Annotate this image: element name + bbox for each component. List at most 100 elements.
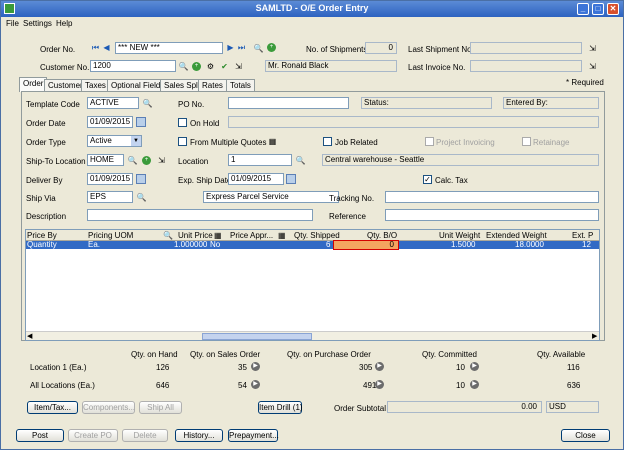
- exp-ship-calendar-icon[interactable]: [286, 174, 296, 184]
- menu-settings[interactable]: Settings: [23, 19, 52, 28]
- job-related-checkbox[interactable]: [323, 137, 332, 146]
- tracking-no-input[interactable]: [385, 191, 599, 203]
- customer-no-input[interactable]: 1200: [90, 60, 176, 72]
- customer-settings-icon[interactable]: ⚙: [205, 61, 216, 72]
- all-committed: 10: [456, 381, 465, 390]
- order-no-input[interactable]: *** NEW ***: [115, 42, 223, 54]
- scroll-thumb[interactable]: [202, 333, 312, 340]
- drilldown-invoice-icon[interactable]: ⇲: [587, 61, 598, 72]
- reference-input[interactable]: [385, 209, 599, 221]
- customer-search-icon[interactable]: 🔍: [178, 61, 189, 72]
- drilldown-arrow-icon[interactable]: ▶: [251, 362, 260, 371]
- cell-ext-price[interactable]: 12: [582, 241, 591, 249]
- history-button[interactable]: History...: [175, 429, 223, 442]
- order-lines-grid[interactable]: Price By Pricing UOM 🔍 Unit Price ▦ Pric…: [25, 229, 600, 341]
- on-hold-label: On Hold: [190, 119, 220, 128]
- cell-price-by[interactable]: Quantity: [27, 241, 57, 249]
- template-code-label: Template Code: [26, 100, 80, 109]
- from-multiple-quotes-label: From Multiple Quotes: [190, 138, 267, 147]
- minimize-button[interactable]: _: [577, 3, 589, 15]
- ship-via-description[interactable]: Express Parcel Service: [203, 191, 339, 203]
- col-qty-shipped[interactable]: Qty. Shipped: [294, 231, 340, 240]
- cell-price-approval[interactable]: No: [210, 241, 220, 249]
- location-input[interactable]: 1: [228, 154, 292, 166]
- prepayment-button[interactable]: Prepayment...: [228, 429, 279, 442]
- horizontal-scrollbar[interactable]: ◀ ▶: [26, 331, 599, 340]
- deliver-by-input[interactable]: 01/09/2015: [87, 173, 133, 185]
- col-qty-bo[interactable]: Qty. B/O: [367, 231, 397, 240]
- tab-rates[interactable]: Rates: [198, 79, 227, 91]
- ship-via-search-icon[interactable]: 🔍: [136, 192, 147, 203]
- drilldown-arrow-icon[interactable]: ▶: [251, 380, 260, 389]
- ship-via-input[interactable]: EPS: [87, 191, 133, 203]
- first-record-icon[interactable]: ⏮: [91, 43, 100, 53]
- location-description: Central warehouse - Seattle: [322, 154, 599, 166]
- ship-to-search-icon[interactable]: 🔍: [127, 155, 138, 166]
- col-unit-weight[interactable]: Unit Weight: [439, 231, 480, 240]
- menu-help[interactable]: Help: [56, 19, 72, 28]
- delete-button: Delete: [122, 429, 168, 442]
- item-tax-button[interactable]: Item/Tax...: [27, 401, 78, 414]
- close-button[interactable]: Close: [561, 429, 610, 442]
- calc-tax-checkbox[interactable]: ✓: [423, 175, 432, 184]
- drilldown-arrow-icon[interactable]: ▶: [375, 380, 384, 389]
- col-price-by[interactable]: Price By: [27, 231, 57, 240]
- drilldown-arrow-icon[interactable]: ▶: [375, 362, 384, 371]
- ship-to-new-icon[interactable]: +: [142, 156, 151, 165]
- post-button[interactable]: Post: [16, 429, 64, 442]
- drilldown-arrow-icon[interactable]: ▶: [470, 362, 479, 371]
- grid-zoom-icon[interactable]: ▦: [214, 231, 222, 240]
- cell-unit-price[interactable]: 1.000000: [174, 241, 207, 249]
- drilldown-arrow-icon[interactable]: ▶: [470, 380, 479, 389]
- table-row[interactable]: Quantity Ea. 1.000000 No 6 0 1.5000 18.0…: [26, 240, 599, 250]
- item-drill-button[interactable]: Item Drill (1): [258, 401, 303, 414]
- tab-totals[interactable]: Totals: [226, 79, 255, 91]
- description-input[interactable]: [87, 209, 313, 221]
- scroll-left-icon[interactable]: ◀: [27, 332, 32, 340]
- location-search-icon[interactable]: 🔍: [295, 155, 306, 166]
- finder-search-icon[interactable]: 🔍: [163, 231, 173, 240]
- cell-qty-bo[interactable]: 0: [333, 240, 399, 250]
- ship-to-drilldown-icon[interactable]: ⇲: [156, 155, 167, 166]
- grid-zoom-icon[interactable]: ▦: [278, 231, 286, 240]
- maximize-button[interactable]: □: [592, 3, 604, 15]
- scroll-right-icon[interactable]: ▶: [592, 332, 597, 340]
- finder-search-icon[interactable]: 🔍: [253, 43, 264, 54]
- customer-new-icon[interactable]: +: [192, 62, 201, 71]
- cell-qty-shipped[interactable]: 6: [326, 241, 330, 249]
- drilldown-shipment-icon[interactable]: ⇲: [587, 43, 598, 54]
- template-search-icon[interactable]: 🔍: [142, 98, 153, 109]
- next-record-icon[interactable]: ▶: [226, 43, 235, 53]
- qty-committed-label: Qty. Committed: [422, 350, 477, 359]
- customer-drilldown-icon[interactable]: ⇲: [233, 61, 244, 72]
- order-date-input[interactable]: 01/09/2015: [87, 116, 133, 128]
- template-code-input[interactable]: ACTIVE: [87, 97, 139, 109]
- col-extended-weight[interactable]: Extended Weight: [486, 231, 547, 240]
- deliver-by-calendar-icon[interactable]: [136, 174, 146, 184]
- col-ext-price[interactable]: Ext. P: [572, 231, 593, 240]
- menu-file[interactable]: File: [6, 19, 19, 28]
- col-price-approval[interactable]: Price Appr...: [230, 231, 273, 240]
- po-no-input[interactable]: [228, 97, 349, 109]
- location-available: 116: [567, 363, 580, 372]
- col-unit-price[interactable]: Unit Price: [178, 231, 213, 240]
- from-multiple-quotes-checkbox[interactable]: [178, 137, 187, 146]
- exp-ship-date-input[interactable]: 01/09/2015: [228, 173, 284, 185]
- tab-taxes[interactable]: Taxes: [81, 79, 110, 91]
- cell-extended-weight[interactable]: 18.0000: [515, 241, 544, 249]
- last-invoice-label: Last Invoice No.: [408, 63, 466, 72]
- col-pricing-uom[interactable]: Pricing UOM: [88, 231, 133, 240]
- cell-unit-weight[interactable]: 1.5000: [451, 241, 475, 249]
- cell-pricing-uom[interactable]: Ea.: [88, 241, 100, 249]
- quotes-grid-icon[interactable]: ▦: [267, 136, 278, 147]
- customer-check-icon[interactable]: ✔: [219, 61, 230, 72]
- new-order-icon[interactable]: +: [267, 43, 276, 52]
- previous-record-icon[interactable]: ◀: [102, 43, 111, 53]
- all-on-sales: 54: [238, 381, 247, 390]
- calendar-icon[interactable]: [136, 117, 146, 127]
- order-type-select[interactable]: Active ▼: [87, 135, 142, 147]
- on-hold-checkbox[interactable]: [178, 118, 187, 127]
- close-window-button[interactable]: ✕: [607, 3, 619, 15]
- ship-to-input[interactable]: HOME: [87, 154, 124, 166]
- last-record-icon[interactable]: ⏭: [237, 43, 246, 53]
